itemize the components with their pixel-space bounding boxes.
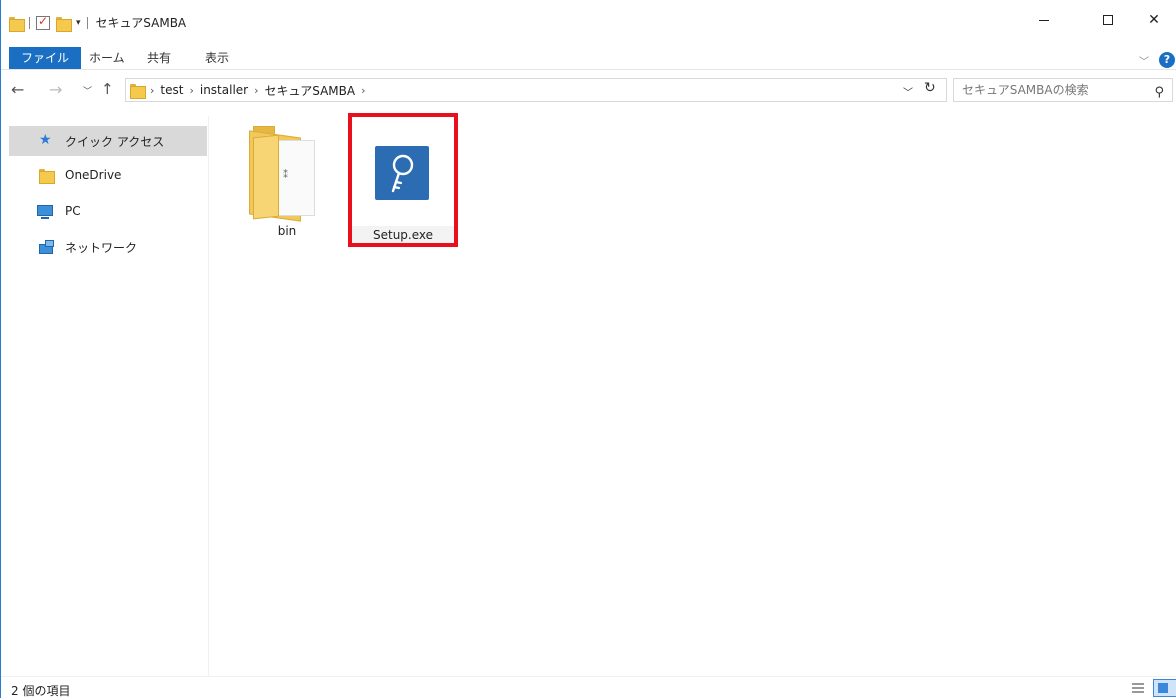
- sidebar-item-label: PC: [65, 204, 81, 218]
- minimize-icon: [1039, 19, 1049, 21]
- breadcrumb-secure-samba[interactable]: セキュアSAMBA: [265, 82, 356, 99]
- details-view-icon[interactable]: [1131, 681, 1145, 695]
- back-arrow-icon[interactable]: ←: [11, 80, 24, 99]
- folder-icon: [39, 168, 55, 184]
- tab-share[interactable]: 共有: [137, 47, 181, 69]
- minimize-button[interactable]: [1021, 0, 1067, 40]
- sidebar-item-network[interactable]: ネットワーク: [9, 232, 207, 262]
- file-name: bin: [277, 224, 297, 238]
- navigation-row: ← → ﹀ ↑ › test › installer › セキュアSAMBA ›…: [1, 74, 1176, 106]
- maximize-button[interactable]: [1085, 0, 1131, 40]
- sidebar-item-pc[interactable]: PC: [9, 196, 207, 226]
- toolbar-separator: [29, 16, 30, 29]
- network-icon: [37, 240, 54, 254]
- highlight-box: [348, 113, 458, 247]
- explorer-window: ▾ セキュアSAMBA ✕ ファイル ホーム 共有 表示 ﹀ ? ← → ﹀ ↑…: [0, 0, 1176, 698]
- up-arrow-icon[interactable]: ↑: [101, 80, 114, 98]
- window-title: セキュアSAMBA: [95, 16, 187, 30]
- help-icon[interactable]: ?: [1159, 52, 1175, 68]
- breadcrumb-installer[interactable]: installer: [200, 83, 248, 97]
- breadcrumb-chevron-icon[interactable]: ›: [189, 84, 193, 97]
- breadcrumb-chevron-icon[interactable]: ›: [150, 84, 154, 97]
- new-folder-icon[interactable]: [56, 16, 72, 32]
- sidebar-item-label: クイック アクセス: [65, 134, 165, 149]
- recent-locations-chevron-icon[interactable]: ﹀: [83, 84, 92, 97]
- folder-icon: [9, 16, 25, 32]
- breadcrumb-test[interactable]: test: [160, 83, 183, 97]
- sidebar-item-onedrive[interactable]: OneDrive: [9, 160, 207, 190]
- computer-icon: [37, 205, 53, 219]
- address-bar[interactable]: › test › installer › セキュアSAMBA ›: [125, 78, 947, 102]
- tab-file[interactable]: ファイル: [9, 47, 82, 69]
- address-folder-icon: [130, 83, 146, 99]
- folder-content-mark-icon: ⁑: [283, 170, 288, 181]
- tab-view[interactable]: 表示: [195, 47, 239, 69]
- navigation-pane: ★ クイック アクセス OneDrive PC ネットワーク: [1, 116, 209, 676]
- sidebar-item-label: ネットワーク: [65, 240, 138, 255]
- close-icon: ✕: [1148, 12, 1160, 28]
- close-button[interactable]: ✕: [1131, 0, 1176, 40]
- file-list: ⁑ bin Setup.exe: [211, 110, 1175, 676]
- title-separator: [86, 16, 88, 29]
- search-input[interactable]: セキュアSAMBAの検索 ⚲: [953, 78, 1173, 102]
- sidebar-item-label: OneDrive: [65, 168, 122, 182]
- title-bar: ▾ セキュアSAMBA ✕: [1, 0, 1176, 40]
- large-icons-view-icon[interactable]: [1153, 679, 1176, 697]
- search-icon[interactable]: ⚲: [1154, 82, 1164, 104]
- quick-access-toolbar: ▾ セキュアSAMBA: [9, 14, 187, 32]
- star-icon: ★: [39, 132, 52, 148]
- sidebar-item-quick-access[interactable]: ★ クイック アクセス: [9, 126, 207, 156]
- refresh-icon[interactable]: ↻: [924, 80, 936, 96]
- search-placeholder: セキュアSAMBAの検索: [962, 83, 1089, 97]
- customize-toolbar-chevron-icon[interactable]: ▾: [76, 18, 81, 28]
- properties-icon[interactable]: [36, 14, 50, 30]
- folder-icon: ⁑: [249, 126, 319, 222]
- ribbon-tabs: ファイル ホーム 共有 表示 ﹀ ?: [1, 40, 1176, 70]
- breadcrumb-chevron-icon[interactable]: ›: [254, 84, 258, 97]
- status-bar: 2 個の項目: [1, 676, 1176, 698]
- file-item-bin[interactable]: ⁑ bin: [235, 120, 339, 250]
- ribbon-expand-chevron-icon[interactable]: ﹀: [1139, 53, 1149, 68]
- address-dropdown-chevron-icon[interactable]: ﹀: [903, 84, 913, 99]
- forward-arrow-icon[interactable]: →: [49, 80, 62, 99]
- breadcrumb-chevron-icon[interactable]: ›: [361, 84, 365, 97]
- maximize-icon: [1103, 15, 1113, 25]
- item-count: 2 個の項目: [11, 684, 71, 698]
- tab-home[interactable]: ホーム: [79, 47, 135, 69]
